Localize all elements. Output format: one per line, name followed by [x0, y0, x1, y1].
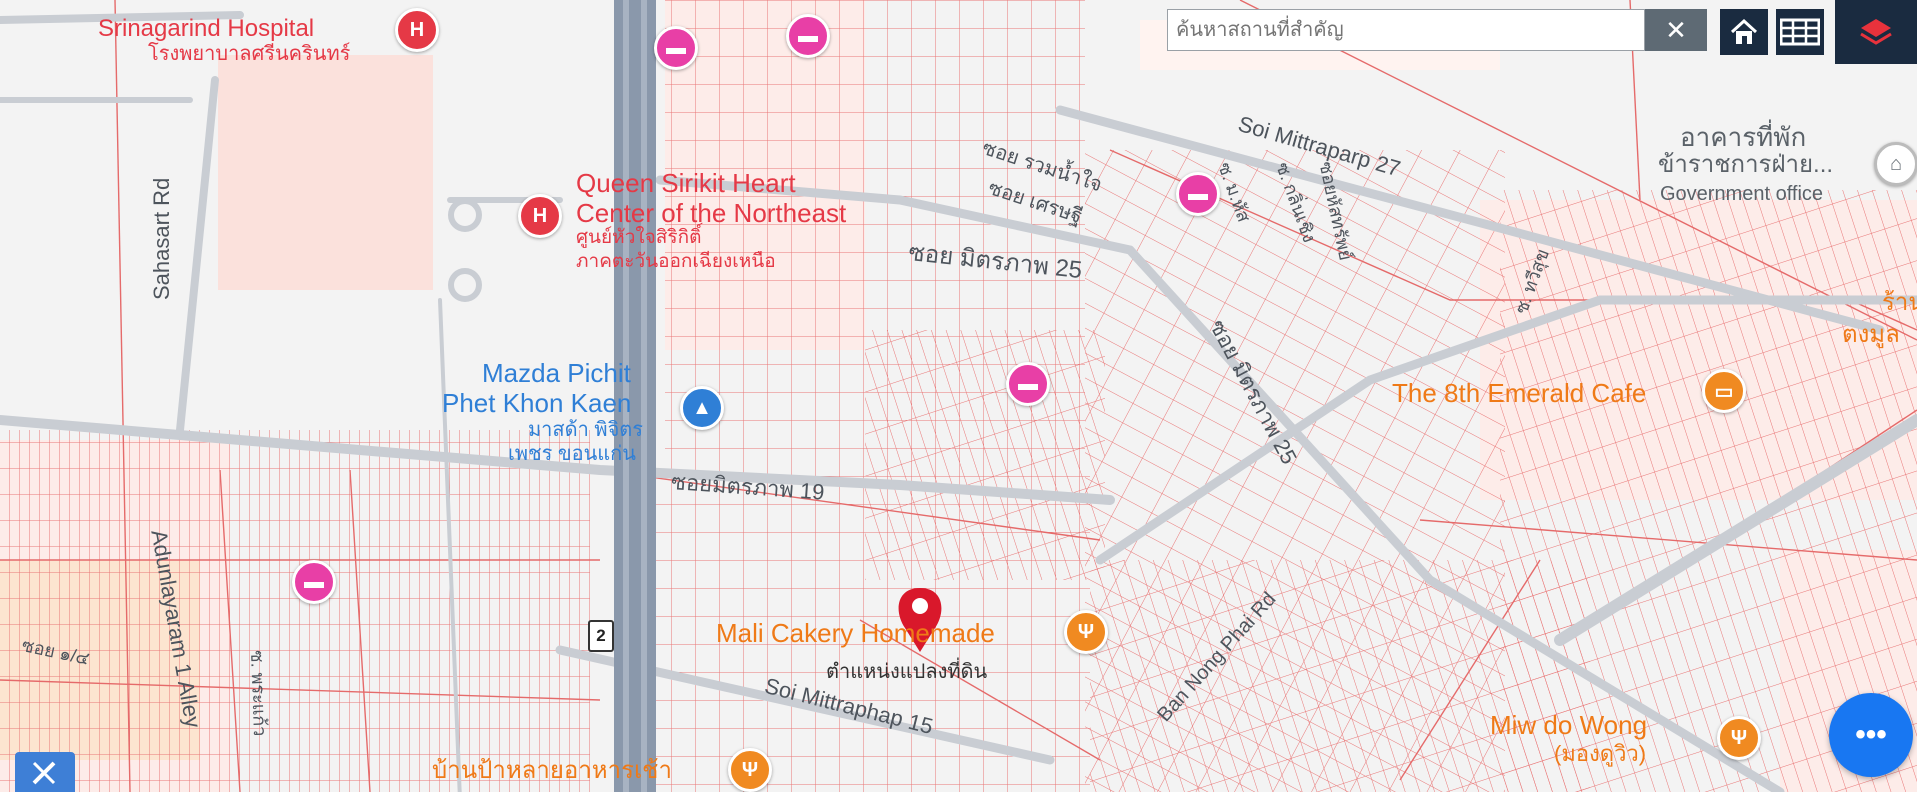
close-icon: ✕: [1665, 14, 1687, 45]
poi-label-queen-th-2[interactable]: ภาคตะวันออกเฉียงเหนือ: [576, 252, 776, 272]
layers-icon: [1860, 19, 1892, 45]
poi-label-edge-1[interactable]: ร้าน: [1882, 290, 1917, 315]
hotel-icon[interactable]: ▬: [1176, 172, 1220, 216]
cafe-icon[interactable]: ▭: [1702, 369, 1746, 413]
poi-label-srinagarind-en[interactable]: Srinagarind Hospital: [98, 16, 314, 41]
government-building-icon[interactable]: ⌂: [1874, 142, 1917, 186]
home-button[interactable]: [1720, 9, 1768, 55]
poi-label-mazda-th-2[interactable]: เพชร ขอนแก่น: [508, 444, 636, 465]
poi-label-srinagarind-th[interactable]: โรงพยาบาลศรีนครินทร์: [148, 44, 350, 65]
road-label-sahasart: Sahasart Rd: [149, 177, 174, 300]
poi-label-mazda-en-1[interactable]: Mazda Pichit: [482, 359, 631, 387]
road-label-soi-left-2: ซ. พระแก้ว: [247, 649, 271, 737]
poi-label-edge-2[interactable]: ตงมูล: [1842, 322, 1900, 347]
pencil-ruler-icon: [32, 761, 56, 785]
poi-label-emerald-cafe[interactable]: The 8th Emerald Cafe: [1392, 379, 1646, 407]
location-pin-label[interactable]: ตำแหน่งแปลงที่ดิน: [826, 662, 987, 683]
restaurant-icon[interactable]: Ψ: [1717, 716, 1761, 760]
poi-label-miw-do-wong[interactable]: Miw do Wong: [1490, 711, 1647, 739]
poi-label-queen-th-1[interactable]: ศูนย์หัวใจสิริกิติ์: [576, 228, 701, 248]
poi-label-gov-th-1[interactable]: อาคารที่พัก: [1680, 123, 1806, 151]
poi-label-mazda-en-2[interactable]: Phet Khon Kaen: [442, 389, 631, 417]
layers-button[interactable]: [1835, 0, 1917, 64]
more-icon: •••: [1855, 718, 1887, 751]
hospital-grounds-area: [218, 55, 433, 290]
poi-label-banpa[interactable]: บ้านป้าหลายอาหารเช้า: [432, 758, 672, 783]
poi-label-mali-cakery[interactable]: Mali Cakery Homemade: [716, 619, 995, 647]
home-icon: [1730, 18, 1758, 44]
poi-label-queen-en-2[interactable]: Center of the Northeast: [576, 199, 846, 227]
poi-label-gov-en[interactable]: Government office: [1660, 184, 1823, 205]
search-input[interactable]: [1168, 10, 1644, 50]
poi-label-miw-do-wong-th[interactable]: (มองดูวิว): [1554, 742, 1646, 765]
restaurant-icon[interactable]: Ψ: [1064, 610, 1108, 654]
search-box[interactable]: [1167, 9, 1645, 51]
restaurant-icon[interactable]: Ψ: [728, 748, 772, 792]
hospital-icon[interactable]: H: [395, 8, 439, 52]
poi-label-mazda-th-1[interactable]: มาสด้า พิจิตร: [528, 420, 643, 441]
hotel-icon[interactable]: ▬: [654, 26, 698, 70]
hotel-icon[interactable]: ▬: [786, 14, 830, 58]
hotel-icon[interactable]: ▬: [292, 560, 336, 604]
clear-search-button[interactable]: ✕: [1645, 9, 1707, 51]
poi-label-gov-th-2[interactable]: ข้าราชการฝ่าย...: [1658, 152, 1833, 177]
more-options-button[interactable]: •••: [1829, 693, 1913, 777]
hotel-icon[interactable]: ▬: [1006, 362, 1050, 406]
grid-icon: [1780, 18, 1820, 46]
poi-label-queen-en-1[interactable]: Queen Sirikit Heart: [576, 169, 796, 197]
grid-button[interactable]: [1776, 9, 1824, 55]
hospital-icon[interactable]: H: [518, 194, 562, 238]
route-shield: 2: [588, 620, 614, 652]
draw-tool-button[interactable]: [15, 752, 75, 792]
shopping-bag-icon[interactable]: ▲: [680, 386, 724, 430]
